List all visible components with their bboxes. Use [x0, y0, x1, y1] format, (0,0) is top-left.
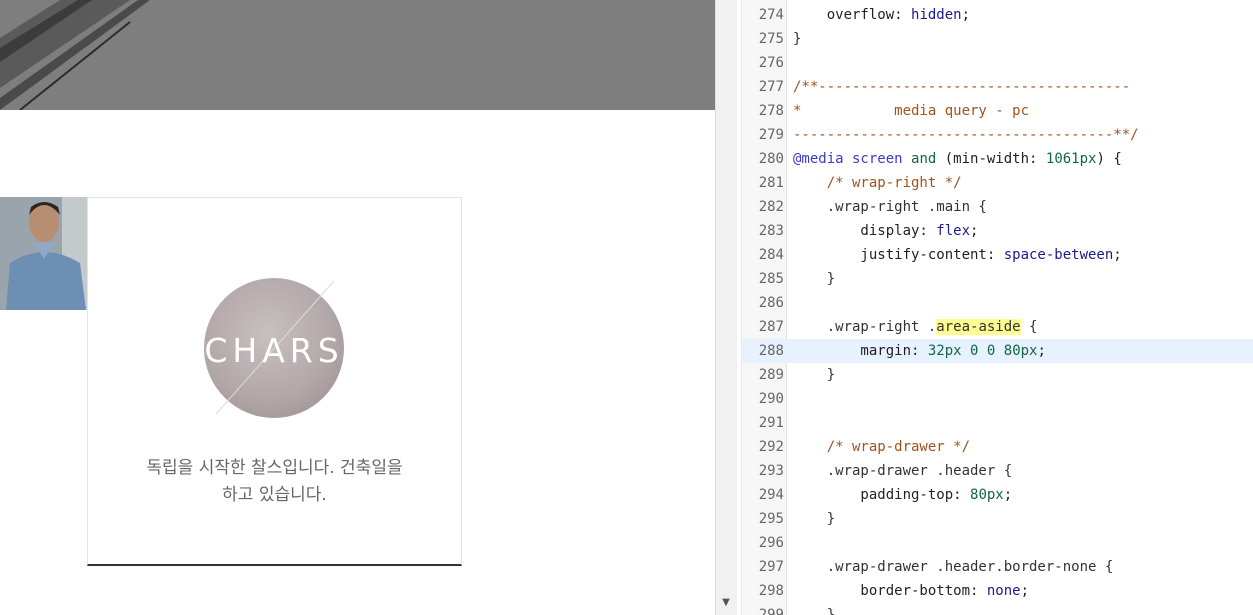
code-text[interactable]: .wrap-right .main {	[793, 195, 987, 219]
line-number: 296	[758, 535, 784, 551]
line-number: 286	[758, 295, 784, 311]
line-number: 281	[758, 175, 784, 191]
code-text[interactable]: justify-content: space-between;	[793, 243, 1121, 267]
code-line[interactable]: 277 /**----------------------------------…	[742, 75, 1253, 99]
line-number: 295	[758, 511, 784, 527]
code-line[interactable]: 287 .wrap-right .area-aside {	[742, 315, 1253, 339]
code-line[interactable]: 291	[742, 411, 1253, 435]
code-line[interactable]: 275}	[742, 27, 1253, 51]
code-text[interactable]: /* wrap-drawer */	[793, 435, 970, 459]
code-text[interactable]: @media screen and (min-width: 1061px) {	[793, 147, 1122, 171]
code-line[interactable]: 278 * media query - pc	[742, 99, 1253, 123]
code-line[interactable]: 279 -------------------------------------…	[742, 123, 1253, 147]
profile-card: CHARS 독립을 시작한 찰스입니다. 건축일을 하고 있습니다.	[87, 197, 462, 566]
code-text[interactable]: .wrap-right .area-aside {	[793, 315, 1037, 339]
line-number: 298	[758, 583, 784, 599]
line-number: 291	[758, 415, 784, 431]
code-text[interactable]: * media query - pc	[793, 99, 1029, 123]
line-number: 287	[758, 319, 784, 335]
code-line[interactable]: 282 .wrap-right .main {	[742, 195, 1253, 219]
code-line[interactable]: 294 padding-top: 80px;	[742, 483, 1253, 507]
code-line[interactable]: 295 }	[742, 507, 1253, 531]
hero-graphic	[0, 0, 715, 110]
code-text[interactable]: }	[793, 267, 835, 291]
preview-scrollbar[interactable]	[715, 0, 737, 615]
person-image	[0, 197, 97, 310]
code-line[interactable]: 292 /* wrap-drawer */	[742, 435, 1253, 459]
line-number: 288	[758, 343, 784, 359]
code-line[interactable]: 288 margin: 32px 0 0 80px;	[742, 339, 1253, 363]
line-number: 293	[758, 463, 784, 479]
line-number: 284	[758, 247, 784, 263]
line-number: 297	[758, 559, 784, 575]
code-lines[interactable]: 274 overflow: hidden; 275} 276 277/**------…	[742, 3, 1253, 615]
code-text[interactable]: border-bottom: none;	[793, 579, 1029, 603]
scroll-down-arrow-icon[interactable]: ▼	[719, 596, 733, 610]
line-number: 292	[758, 439, 784, 455]
code-line[interactable]: 293 .wrap-drawer .header {	[742, 459, 1253, 483]
code-line[interactable]: 299 }	[742, 603, 1253, 615]
page-preview: CHARS 독립을 시작한 찰스입니다. 건축일을 하고 있습니다.	[0, 0, 715, 615]
code-text[interactable]: overflow: hidden;	[793, 3, 970, 27]
code-line[interactable]: 286	[742, 291, 1253, 315]
code-text[interactable]: --------------------------------------**…	[793, 123, 1139, 147]
code-line[interactable]: 285 }	[742, 267, 1253, 291]
line-number: 280	[758, 151, 784, 167]
code-line[interactable]: 290	[742, 387, 1253, 411]
code-text[interactable]: margin: 32px 0 0 80px;	[793, 339, 1046, 363]
card-description: 독립을 시작한 찰스입니다. 건축일을 하고 있습니다.	[88, 455, 461, 509]
code-line[interactable]: 281 /* wrap-right */	[742, 171, 1253, 195]
card-text-line-1: 독립을 시작한 찰스입니다. 건축일을	[146, 458, 403, 478]
code-line[interactable]: 298 border-bottom: none;	[742, 579, 1253, 603]
line-number: 279	[758, 127, 784, 143]
line-number: 277	[758, 79, 784, 95]
code-text[interactable]: display: flex;	[793, 219, 978, 243]
code-text[interactable]: }	[793, 507, 835, 531]
code-text[interactable]: .wrap-drawer .header.border-none {	[793, 555, 1114, 579]
code-line[interactable]: 283 display: flex;	[742, 219, 1253, 243]
card-text-line-2: 하고 있습니다.	[222, 485, 327, 505]
code-text[interactable]: /**-------------------------------------	[793, 75, 1130, 99]
code-text[interactable]: padding-top: 80px;	[793, 483, 1012, 507]
app-window: CHARS 독립을 시작한 찰스입니다. 건축일을 하고 있습니다. ▼ 274…	[0, 0, 1253, 615]
line-number: 278	[758, 103, 784, 119]
code-line[interactable]: 274 overflow: hidden;	[742, 3, 1253, 27]
line-number: 289	[758, 367, 784, 383]
code-line[interactable]: 280 @media screen and (min-width: 1061px)…	[742, 147, 1253, 171]
line-number: 282	[758, 199, 784, 215]
line-number: 285	[758, 271, 784, 287]
code-line[interactable]: 289 }	[742, 363, 1253, 387]
line-number: 275	[758, 31, 784, 47]
hero-image	[0, 0, 715, 110]
code-line[interactable]: 296	[742, 531, 1253, 555]
code-text[interactable]: }	[793, 27, 801, 51]
code-text[interactable]: }	[793, 603, 835, 615]
line-number: 294	[758, 487, 784, 503]
search-match-highlight: area-aside	[936, 319, 1021, 335]
line-number: 299	[758, 607, 784, 615]
chars-logo: CHARS	[204, 278, 344, 418]
line-number: 276	[758, 55, 784, 71]
logo-text: CHARS	[204, 331, 343, 370]
code-line[interactable]: 284 justify-content: space-between;	[742, 243, 1253, 267]
code-text[interactable]: }	[793, 363, 835, 387]
line-number: 290	[758, 391, 784, 407]
code-line[interactable]: 297 .wrap-drawer .header.border-none {	[742, 555, 1253, 579]
line-number: 274	[758, 7, 784, 23]
code-line[interactable]: 276	[742, 51, 1253, 75]
line-number: 283	[758, 223, 784, 239]
profile-photo	[0, 197, 97, 310]
code-text[interactable]: .wrap-drawer .header {	[793, 459, 1012, 483]
code-text[interactable]: /* wrap-right */	[793, 171, 962, 195]
